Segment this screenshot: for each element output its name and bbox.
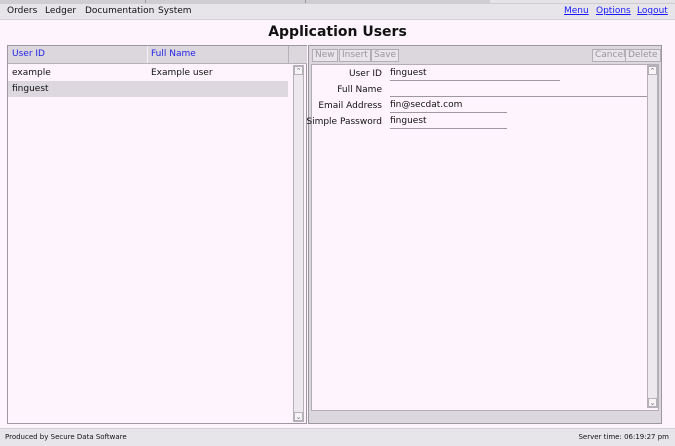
cell-full-name: Example user [151,68,213,78]
footer-credit: Produced by Secure Data Software [5,433,127,441]
email-field[interactable]: fin@secdat.com [390,100,507,113]
full-name-field[interactable] [390,84,650,97]
options-link[interactable]: Options [596,6,631,16]
page-title: Application Users [268,24,407,40]
browser-tab[interactable] [145,0,306,3]
logout-link[interactable]: Logout [637,6,668,16]
table-row[interactable]: example Example user [8,65,288,81]
browser-tab[interactable] [305,0,491,3]
new-button[interactable]: New [312,49,338,62]
full-name-label: Full Name [337,85,382,95]
cancel-button[interactable]: Cancel [592,49,629,62]
column-header-full-name[interactable]: Full Name [151,49,196,59]
browser-tab[interactable] [0,0,146,3]
header-corner [288,46,307,64]
browser-tab-active[interactable] [490,0,675,3]
delete-button[interactable]: Delete [625,49,661,62]
column-divider[interactable] [147,46,148,63]
form-area: User ID finguest Full Name Email Address… [306,64,659,411]
save-button[interactable]: Save [371,49,400,62]
users-list-panel: User ID Full Name example Example user f… [7,45,307,424]
form-toolbar: New Insert Save Cancel Delete [309,46,661,64]
menu-link[interactable]: Menu [564,6,589,16]
scroll-down-icon[interactable]: ⌄ [294,412,303,421]
scroll-up-icon[interactable]: ⌃ [294,66,303,75]
user-id-field[interactable]: finguest [390,68,560,81]
menu-orders[interactable]: Orders [7,6,37,16]
server-time: Server time: 06:19:27 pm [578,433,669,441]
user-id-label: User ID [349,69,382,79]
user-detail-panel: New Insert Save Cancel Delete User ID fi… [306,45,662,424]
status-bar: Produced by Secure Data Software Server … [0,428,675,446]
cell-user-id: example [12,68,51,78]
simple-password-label: Simple Password [306,117,382,127]
menu-system[interactable]: System [158,6,192,16]
scroll-down-icon[interactable]: ⌄ [648,398,657,407]
table-header: User ID Full Name [8,46,288,64]
scroll-up-icon[interactable]: ⌃ [648,66,657,75]
table-row-selected[interactable]: finguest [8,81,288,97]
form-scrollbar[interactable]: ⌃ ⌄ [647,65,658,408]
insert-button[interactable]: Insert [339,49,371,62]
menu-ledger[interactable]: Ledger [45,6,76,16]
list-scrollbar[interactable]: ⌃ ⌄ [293,65,304,422]
email-address-label: Email Address [318,101,382,111]
password-field[interactable]: finguest [390,116,507,129]
menu-bar: Orders Ledger Documentation System Menu … [0,4,675,20]
menu-documentation[interactable]: Documentation [85,6,154,16]
cell-user-id: finguest [12,84,49,94]
column-header-user-id[interactable]: User ID [12,49,45,59]
